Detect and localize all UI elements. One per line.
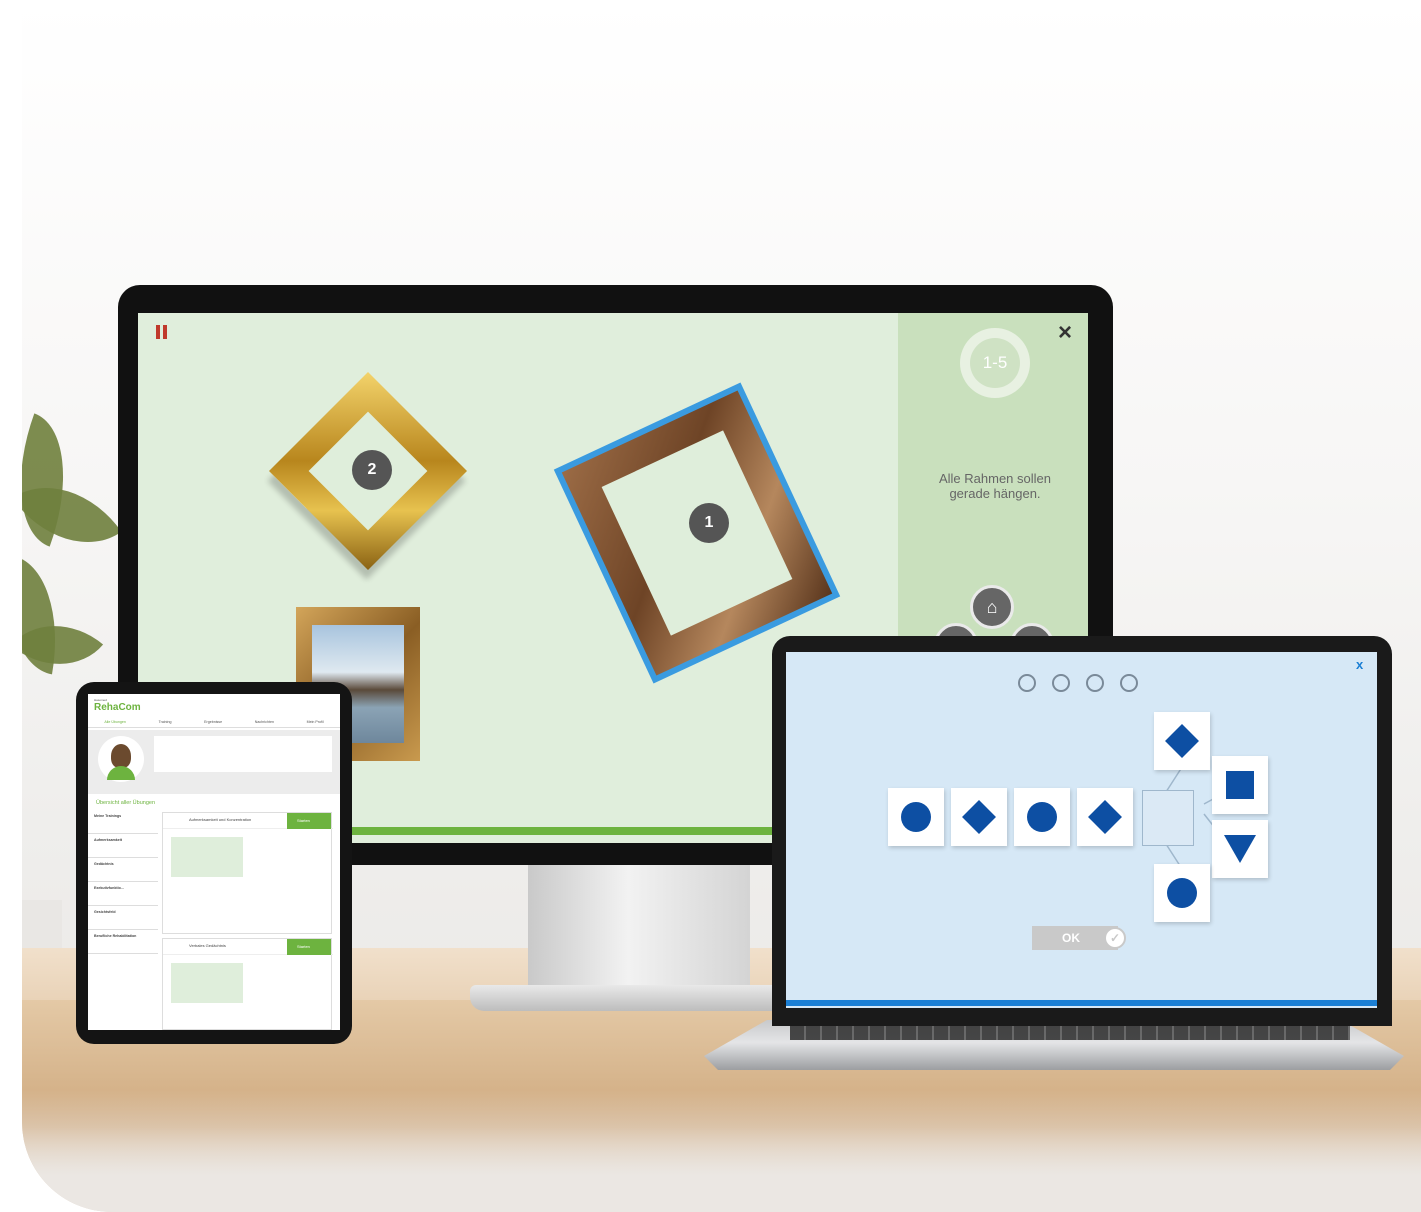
sequence-card-circle [888,788,944,846]
sequence-card-diamond [951,788,1007,846]
avatar [98,736,144,782]
nav-item[interactable]: Ergebnisse [204,720,222,724]
start-button[interactable]: Starten [287,939,331,955]
nav-item[interactable]: Alle Übungen [104,720,126,724]
level-indicator: 1-5 [960,328,1030,398]
level-label: 1-5 [970,338,1020,388]
exercise-title: Aufmerksamkeit und Konzentration [189,817,252,822]
exercise-card: Verbales Gedächtnis Starten [162,938,333,1030]
check-icon: ✓ [1104,927,1126,949]
sidebar-item[interactable]: Meine Trainings [88,810,158,834]
close-icon[interactable]: x [1356,658,1363,671]
sequence-card-circle [1014,788,1070,846]
welcome-banner [88,730,340,794]
option-card-circle[interactable] [1154,864,1210,922]
rehacom-logo: Hasomed RehaCom [94,698,141,713]
monitor-stand-base [470,985,806,1011]
progress-dot [1120,674,1138,692]
nav-item[interactable]: Nachrichten [255,720,274,724]
rotate-up-button[interactable]: ⌂ [970,585,1014,629]
rehacom-app-screen: Hasomed RehaCom Alle Übungen Training Er… [88,694,340,1030]
pause-icon[interactable] [156,325,168,339]
floor [22,1090,1421,1212]
progress-bar [786,1000,1377,1006]
brand-name: RehaCom [94,702,141,713]
option-card-square[interactable] [1212,756,1268,814]
instruction-text: Alle Rahmen sollen gerade hängen. [938,471,1051,501]
exercise-thumbnail [171,963,243,1003]
exercise-card: Aufmerksamkeit und Konzentration Starten [162,812,333,934]
progress-dot [1086,674,1104,692]
sidebar-item[interactable]: Gedächtnis [88,858,158,882]
laptop-keyboard [790,1024,1350,1040]
option-card-triangle[interactable] [1212,820,1268,878]
category-sidebar: Meine Trainings Aufmerksamkeit Gedächtni… [88,810,158,1030]
ok-button[interactable]: OK ✓ [1032,926,1126,950]
monitor-stand [528,865,750,985]
close-icon[interactable]: × [1058,321,1072,345]
answer-drop-target[interactable] [1142,790,1194,846]
sidebar-item[interactable]: Gesichtsfeld [88,906,158,930]
section-title: Übersicht aller Übungen [96,800,156,806]
laptop: x OK ✓ [772,636,1392,1026]
welcome-bubble [154,736,332,772]
sidebar-item[interactable]: Berufliche Rehabilitation [88,930,158,954]
progress-dot [1052,674,1070,692]
app-nav: Alle Übungen Training Ergebnisse Nachric… [88,716,340,728]
option-card-diamond[interactable] [1154,712,1210,770]
nav-item[interactable]: Training [159,720,172,724]
frame-number-badge: 2 [352,450,392,490]
progress-dot [1018,674,1036,692]
sidebar-item[interactable]: Exekutivfunktio... [88,882,158,906]
sequence-card-diamond [1077,788,1133,846]
start-button[interactable]: Starten [287,813,331,829]
nav-item[interactable]: Mein Profil [307,720,324,724]
sidebar-item[interactable]: Aufmerksamkeit [88,834,158,858]
exercise-thumbnail [171,837,243,877]
ok-label: OK [1062,931,1080,945]
shapes-game-screen: x OK ✓ [786,652,1377,1008]
frame-number-badge: 1 [689,503,729,543]
exercise-title: Verbales Gedächtnis [189,943,226,948]
tablet: Hasomed RehaCom Alle Übungen Training Er… [76,682,352,1044]
